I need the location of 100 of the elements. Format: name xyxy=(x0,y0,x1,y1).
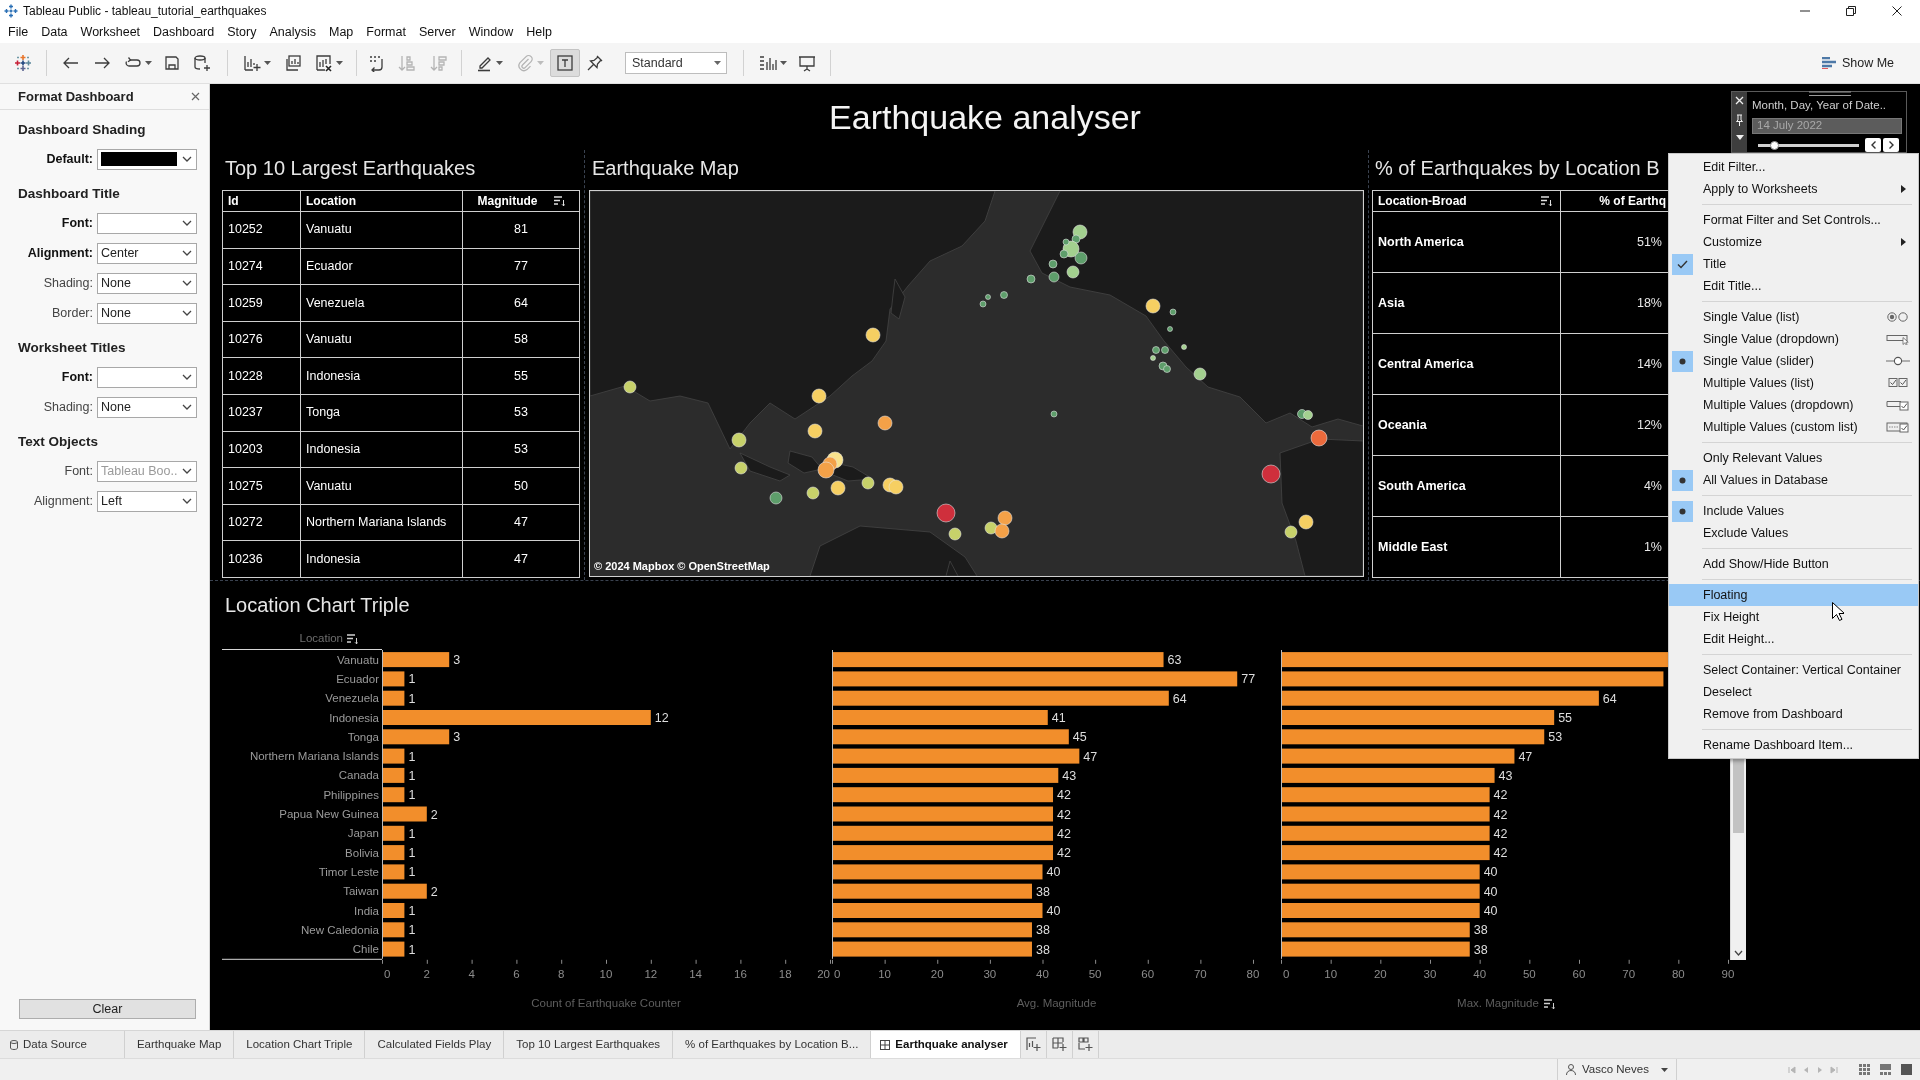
earthquake-marker[interactable] xyxy=(1193,367,1207,381)
earthquake-marker[interactable] xyxy=(1026,274,1036,284)
dropdown-field[interactable] xyxy=(97,366,197,388)
slider-track[interactable] xyxy=(1758,143,1859,147)
earthquake-marker[interactable] xyxy=(734,461,748,475)
slider-thumb[interactable] xyxy=(1769,140,1779,150)
sort-icon[interactable] xyxy=(1543,999,1555,1009)
filmstrip-view-icon[interactable] xyxy=(1880,1064,1891,1075)
earthquake-marker[interactable] xyxy=(1298,514,1314,530)
earthquake-marker[interactable] xyxy=(984,521,998,535)
earthquake-marker[interactable] xyxy=(1071,234,1081,244)
menu-item[interactable]: Analysis xyxy=(269,23,316,42)
caret-icon[interactable] xyxy=(714,61,721,65)
earthquake-marker[interactable] xyxy=(1152,346,1160,354)
earthquake-marker[interactable] xyxy=(1163,365,1171,373)
caret-icon[interactable] xyxy=(145,61,152,65)
menu-item[interactable]: Edit Filter... xyxy=(1669,156,1918,178)
grid-view-icon[interactable] xyxy=(1859,1064,1870,1075)
dropdown-field[interactable]: Center xyxy=(97,242,197,264)
sort-icon[interactable] xyxy=(1541,196,1552,206)
menu-item[interactable]: Multiple Values (list) xyxy=(1669,372,1918,394)
menu-item[interactable]: Single Value (dropdown) xyxy=(1669,328,1918,350)
dropdown-field[interactable]: None xyxy=(97,396,197,418)
earthquake-marker[interactable] xyxy=(1303,410,1313,420)
earthquake-marker[interactable] xyxy=(1048,271,1060,283)
earthquake-marker[interactable] xyxy=(1181,344,1187,350)
earthquake-marker[interactable] xyxy=(948,527,962,541)
earthquake-marker[interactable] xyxy=(1284,525,1298,539)
earthquake-marker[interactable] xyxy=(1169,308,1177,316)
menu-item[interactable]: Single Value (list) xyxy=(1669,306,1918,328)
view-mode-dropdown[interactable]: Standard xyxy=(625,52,727,74)
menu-item[interactable]: Window xyxy=(468,23,514,42)
clear-chart-icon[interactable] xyxy=(315,54,333,72)
chart-grid-icon[interactable] xyxy=(759,54,777,72)
menu-item[interactable]: Remove from Dashboard xyxy=(1669,703,1918,725)
caret-icon[interactable] xyxy=(496,61,503,65)
menu-item[interactable]: Multiple Values (custom list) xyxy=(1669,416,1918,438)
menu-item[interactable]: Customize xyxy=(1669,231,1918,253)
menu-item[interactable]: Dashboard xyxy=(153,23,215,42)
save-icon[interactable] xyxy=(163,54,181,72)
menu-item[interactable]: Include Values xyxy=(1669,500,1918,522)
dropdown-field[interactable] xyxy=(97,148,197,170)
earthquake-marker[interactable] xyxy=(1167,326,1173,332)
earthquake-marker[interactable] xyxy=(731,432,747,448)
menu-item[interactable]: Format Filter and Set Controls... xyxy=(1669,209,1918,231)
menu-item[interactable]: Single Value (slider) xyxy=(1669,350,1918,372)
earthquake-marker[interactable] xyxy=(1150,355,1156,361)
user-menu[interactable]: Vasco Neves xyxy=(1557,1059,1677,1080)
chevron-down-icon[interactable] xyxy=(182,374,192,380)
earthquake-marker[interactable] xyxy=(807,423,823,439)
earthquake-marker[interactable] xyxy=(811,388,827,404)
menu-item[interactable]: Select Container: Vertical Container xyxy=(1669,659,1918,681)
dropdown-field[interactable]: Left xyxy=(97,490,197,512)
clear-button[interactable]: Clear xyxy=(19,999,196,1019)
menu-item[interactable]: Help xyxy=(526,23,552,42)
dropdown-field[interactable]: None xyxy=(97,302,197,324)
sort-icon[interactable] xyxy=(553,196,565,206)
menu-item[interactable]: Title xyxy=(1669,253,1918,275)
menu-item[interactable]: Worksheet xyxy=(80,23,141,42)
earthquake-marker[interactable] xyxy=(865,327,881,343)
chevron-down-icon[interactable] xyxy=(182,250,192,256)
sheet-tab[interactable]: Earthquake analyser xyxy=(871,1031,1021,1058)
earthquake-marker[interactable] xyxy=(1000,291,1008,299)
caret-icon[interactable] xyxy=(780,61,787,65)
chevron-down-icon[interactable] xyxy=(182,404,192,410)
restore-icon[interactable] xyxy=(1846,6,1856,16)
menu-item[interactable]: Add Show/Hide Button xyxy=(1669,553,1918,575)
scrollbar[interactable] xyxy=(1730,759,1746,960)
earthquake-marker[interactable] xyxy=(888,479,904,495)
menu-item[interactable]: Exclude Values xyxy=(1669,522,1918,544)
logo-icon[interactable] xyxy=(14,54,32,72)
next-button[interactable] xyxy=(1883,138,1899,152)
caret-icon[interactable] xyxy=(1735,135,1744,140)
menu-item[interactable]: Deselect xyxy=(1669,681,1918,703)
earthquake-marker[interactable] xyxy=(806,486,820,500)
new-worksheet-icon[interactable] xyxy=(1025,1037,1041,1052)
earthquake-marker[interactable] xyxy=(769,491,783,505)
menu-item[interactable]: Data xyxy=(41,23,68,42)
earthquake-marker[interactable] xyxy=(936,503,956,523)
menu-item[interactable]: Floating xyxy=(1669,584,1918,606)
earthquake-marker[interactable] xyxy=(997,510,1013,526)
new-dashboard-icon[interactable] xyxy=(1051,1037,1067,1052)
add-database-icon[interactable] xyxy=(193,54,211,72)
earthquake-marker[interactable] xyxy=(623,380,637,394)
earthquake-marker[interactable] xyxy=(1066,265,1080,279)
caret-icon[interactable] xyxy=(336,61,343,65)
menu-item[interactable]: Edit Height... xyxy=(1669,628,1918,650)
menu-item[interactable]: Format xyxy=(366,23,406,42)
chevron-down-icon[interactable] xyxy=(182,310,192,316)
new-story-icon[interactable] xyxy=(1077,1037,1093,1052)
menu-item[interactable]: Multiple Values (dropdown) xyxy=(1669,394,1918,416)
menu-item[interactable]: Only Relevant Values xyxy=(1669,447,1918,469)
earthquake-marker[interactable] xyxy=(1145,298,1161,314)
earthquake-marker[interactable] xyxy=(1261,464,1281,484)
earthquake-marker[interactable] xyxy=(979,300,987,308)
earthquake-marker[interactable] xyxy=(1062,238,1070,246)
dropdown-field[interactable]: None xyxy=(97,272,197,294)
earthquake-marker[interactable] xyxy=(1048,259,1058,269)
menu-item[interactable]: Server xyxy=(418,23,456,42)
chevron-down-icon[interactable] xyxy=(182,468,192,474)
